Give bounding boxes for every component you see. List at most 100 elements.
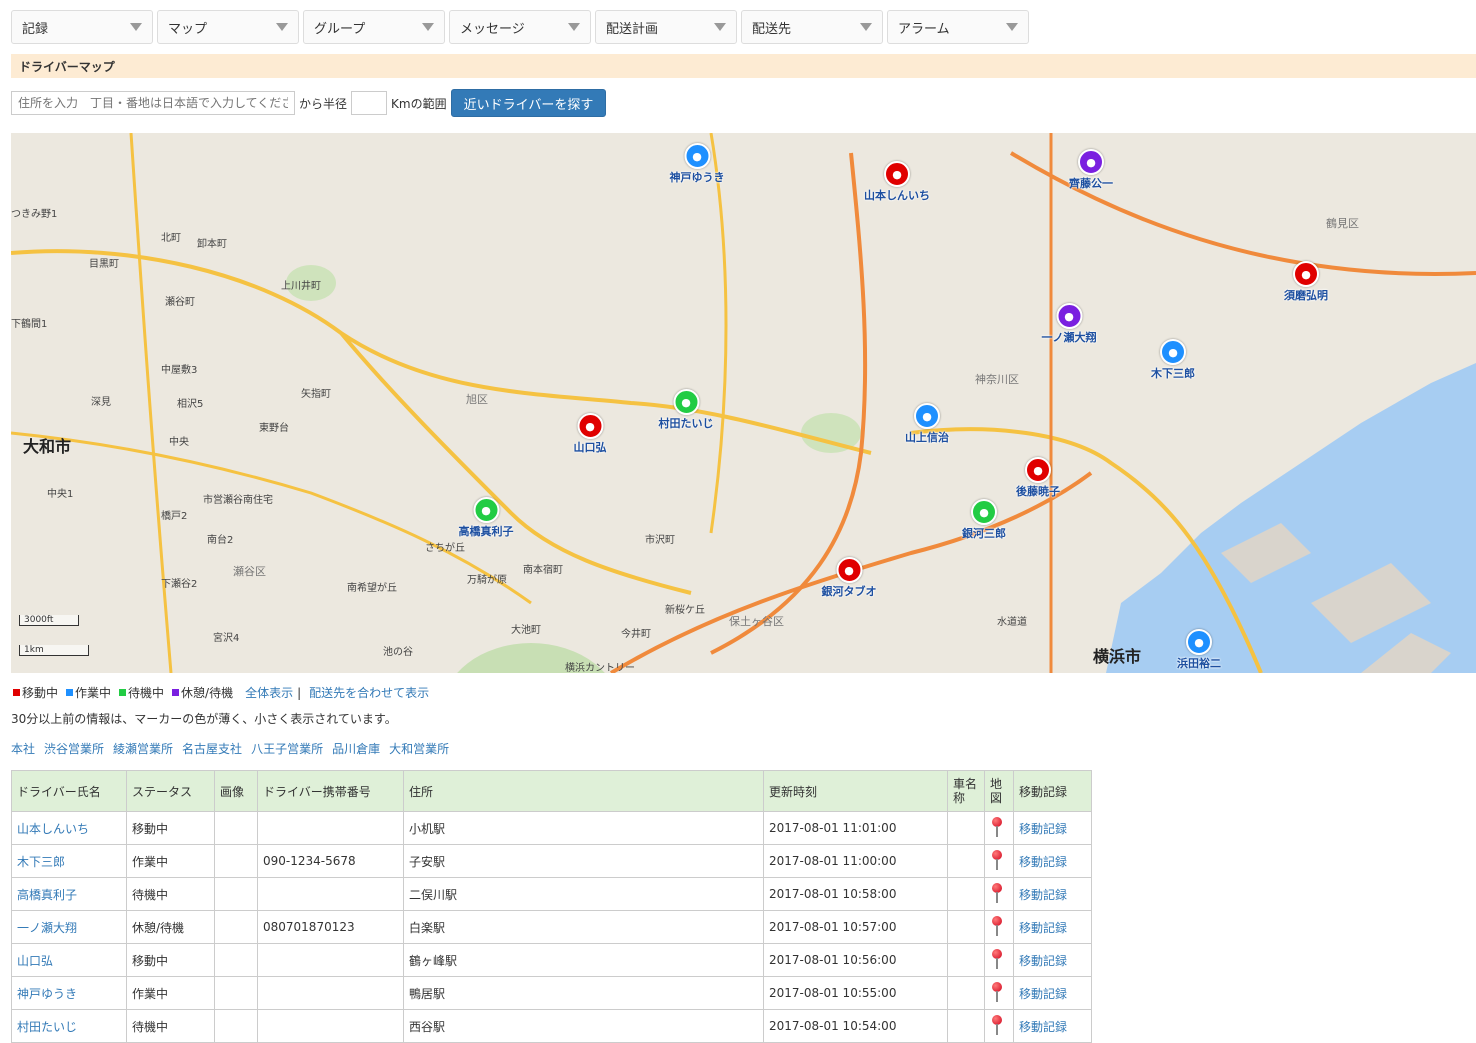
driver-name-link[interactable]: 山本しんいち	[17, 822, 89, 836]
map-cell	[984, 976, 1014, 1010]
menu-destination[interactable]: 配送先	[741, 10, 883, 44]
map-pin-icon[interactable]	[990, 1014, 1004, 1036]
menu-label: メッセージ	[460, 21, 525, 37]
car-name-cell	[947, 811, 985, 845]
table-row: 山口弘 移動中 鶴ヶ峰駅 2017-08-01 10:56:00 移動記録	[11, 943, 1092, 977]
driver-marker[interactable]: ● 後藤暁子	[1016, 457, 1060, 499]
menu-alarm[interactable]: アラーム	[887, 10, 1029, 44]
map-pin-icon[interactable]	[990, 816, 1004, 838]
driver-marker-label: 高橋真利子	[458, 525, 514, 538]
driver-name-link[interactable]: 木下三郎	[17, 855, 65, 869]
map-pin-icon[interactable]	[990, 849, 1004, 871]
radius-input[interactable]	[351, 91, 388, 115]
updated-cell: 2017-08-01 10:57:00	[763, 910, 948, 944]
driver-marker[interactable]: ● 山上信治	[905, 403, 949, 445]
driver-marker[interactable]: ● 神戸ゆうき	[670, 143, 725, 185]
move-log-link[interactable]: 移動記録	[1019, 888, 1067, 902]
show-with-destinations-link[interactable]: 配送先を合わせて表示	[309, 684, 429, 701]
office-link[interactable]: 大和営業所	[389, 740, 449, 757]
address-cell: 子安駅	[403, 844, 764, 878]
driver-marker[interactable]: ● 銀河タブオ	[822, 557, 877, 599]
driver-marker[interactable]: ● 高橋真利子	[459, 497, 514, 539]
map-pin-icon[interactable]	[990, 948, 1004, 970]
menu-map[interactable]: マップ	[157, 10, 299, 44]
move-log-link[interactable]: 移動記録	[1019, 822, 1067, 836]
driver-marker[interactable]: ● 木下三郎	[1151, 339, 1195, 381]
map-label: 中屋敷3	[161, 365, 198, 376]
map-label: 保土ヶ谷区	[729, 615, 784, 628]
address-cell: 西谷駅	[403, 1009, 764, 1043]
chevron-down-icon	[1006, 23, 1018, 31]
driver-name-link[interactable]: 山口弘	[17, 954, 53, 968]
map-label: 相沢5	[177, 399, 204, 410]
menu-label: グループ	[314, 21, 366, 37]
legend-swatch-waiting	[119, 689, 127, 696]
driver-name-link[interactable]: 村田たいじ	[17, 1020, 77, 1034]
office-link[interactable]: 八王子営業所	[251, 740, 323, 757]
office-link[interactable]: 渋谷営業所	[44, 740, 104, 757]
move-log-link[interactable]: 移動記録	[1019, 921, 1067, 935]
office-link[interactable]: 品川倉庫	[332, 740, 380, 757]
chevron-down-icon	[422, 23, 434, 31]
office-link[interactable]: 名古屋支社	[182, 740, 242, 757]
map-pin-icon[interactable]	[990, 981, 1004, 1003]
move-log-link[interactable]: 移動記録	[1019, 855, 1067, 869]
chevron-down-icon	[130, 23, 142, 31]
driver-marker[interactable]: ● 一ノ瀬大翔	[1042, 303, 1097, 345]
find-nearby-driver-button[interactable]: 近いドライバーを探す	[450, 89, 607, 117]
image-cell	[214, 943, 258, 977]
driver-marker-label: 齊藤公一	[1069, 177, 1113, 190]
chevron-down-icon	[714, 23, 726, 31]
driver-marker[interactable]: ● 山口弘	[574, 413, 607, 455]
car-name-cell	[947, 877, 985, 911]
driver-name-link[interactable]: 神戸ゆうき	[17, 987, 77, 1001]
office-links: 本社 渋谷営業所 綾瀬営業所 名古屋支社 八王子営業所 品川倉庫 大和営業所	[11, 740, 449, 757]
scale-bar-ft: 3000ft	[19, 615, 79, 626]
map-label: つきみ野1	[11, 209, 58, 220]
map-label: 深見	[91, 397, 111, 408]
driver-marker[interactable]: ● 須磨弘明	[1284, 261, 1328, 303]
updated-cell: 2017-08-01 10:54:00	[763, 1009, 948, 1043]
driver-name-link[interactable]: 高橋真利子	[17, 888, 77, 902]
office-link[interactable]: 綾瀬営業所	[113, 740, 173, 757]
map-pin-icon[interactable]	[990, 915, 1004, 937]
driver-marker[interactable]: ● 浜田裕二	[1177, 629, 1221, 671]
menu-message[interactable]: メッセージ	[449, 10, 591, 44]
driver-marker[interactable]: ● 銀河三郎	[962, 499, 1006, 541]
map-label: 瀬谷区	[233, 565, 266, 578]
move-log-link[interactable]: 移動記録	[1019, 954, 1067, 968]
address-cell: 鴨居駅	[403, 976, 764, 1010]
table-row: 村田たいじ 待機中 西谷駅 2017-08-01 10:54:00 移動記録	[11, 1009, 1092, 1043]
map-label: 南台2	[207, 535, 234, 546]
driver-map[interactable]: 大和市 横浜市 旭区 瀬谷区 保土ヶ谷区 神奈川区 鶴見区 北町 目黒町 瀬谷町…	[11, 133, 1476, 673]
status-cell: 待機中	[126, 877, 215, 911]
phone-cell	[257, 1009, 404, 1043]
table-row: 神戸ゆうき 作業中 鴨居駅 2017-08-01 10:55:00 移動記録	[11, 976, 1092, 1010]
name-cell: 神戸ゆうき	[11, 976, 127, 1010]
map-label: 宮沢4	[213, 633, 240, 644]
driver-marker[interactable]: ● 齊藤公一	[1069, 149, 1113, 191]
map-label: 矢指町	[301, 389, 331, 400]
move-log-cell: 移動記録	[1013, 844, 1092, 878]
driver-name-link[interactable]: 一ノ瀬大翔	[17, 921, 77, 935]
menu-label: 配送計画	[606, 21, 659, 37]
menu-label: マップ	[168, 21, 208, 37]
address-input[interactable]	[11, 91, 295, 115]
move-log-link[interactable]: 移動記録	[1019, 987, 1067, 1001]
map-label: 横浜市	[1093, 647, 1142, 666]
phone-cell	[257, 976, 404, 1010]
legend-swatch-moving	[13, 689, 20, 696]
office-link[interactable]: 本社	[11, 740, 35, 757]
map-label: 万騎が原	[467, 575, 507, 586]
menu-group[interactable]: グループ	[303, 10, 445, 44]
move-log-link[interactable]: 移動記録	[1019, 1020, 1067, 1034]
map-pin-icon[interactable]	[990, 882, 1004, 904]
driver-marker[interactable]: ● 山本しんいち	[864, 161, 930, 203]
show-all-link[interactable]: 全体表示	[245, 684, 293, 701]
map-cell	[984, 877, 1014, 911]
driver-marker[interactable]: ● 村田たいじ	[659, 389, 714, 431]
menu-records[interactable]: 記録	[11, 10, 153, 44]
scale-bar-km: 1km	[19, 645, 89, 656]
map-label: 下鶴間1	[11, 319, 48, 330]
menu-delivery-plan[interactable]: 配送計画	[595, 10, 737, 44]
